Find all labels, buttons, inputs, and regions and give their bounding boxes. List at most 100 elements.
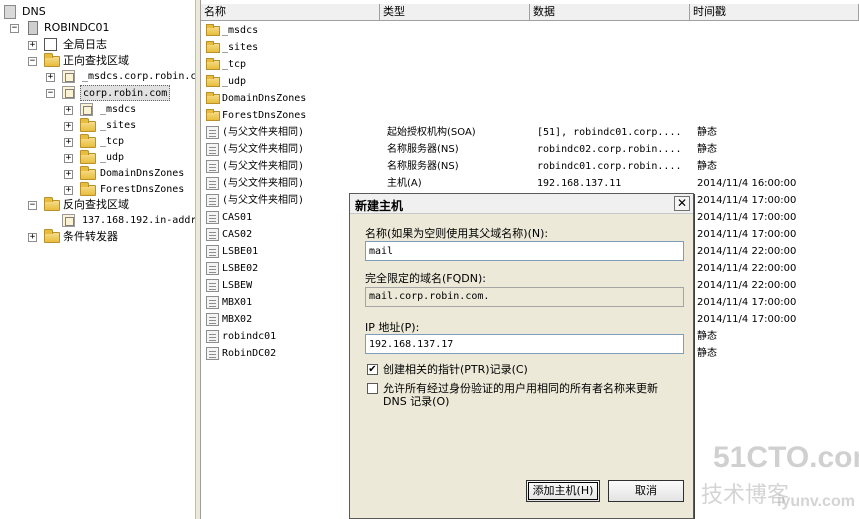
add-host-button[interactable]: 添加主机(H)	[526, 480, 600, 502]
cancel-button[interactable]: 取消	[608, 480, 684, 502]
console-tree[interactable]: DNS − ROBINDC01 + 全局日志 − 正向查找区域 + _msdcs…	[0, 0, 195, 519]
expand-icon[interactable]: +	[28, 233, 37, 242]
dialog-titlebar[interactable]: 新建主机 ✕	[350, 194, 693, 214]
cell-name: MBX02	[222, 314, 253, 325]
expand-icon[interactable]: +	[46, 73, 55, 82]
tree-item-tcp[interactable]: + _tcp	[64, 134, 195, 150]
tree-item-corp-zone[interactable]: − corp.robin.com	[46, 85, 195, 101]
cell-data: robindc01.corp.robin....	[537, 161, 682, 172]
zone-icon	[62, 70, 75, 83]
allow-update-label-2[interactable]: DNS 记录(O)	[383, 395, 449, 408]
table-row[interactable]: (与父文件夹相同) 名称服务器(NS) robindc01.corp.robin..…	[201, 158, 859, 175]
dns-server-icon	[4, 5, 16, 19]
tree-item-msdcs[interactable]: + _msdcs	[64, 102, 195, 118]
cell-name: ForestDnsZones	[222, 110, 307, 121]
cell-timestamp: 2014/11/4 17:00:00	[697, 212, 797, 223]
tree-label: ROBINDC01	[44, 21, 110, 34]
table-row[interactable]: (与父文件夹相同) 名称服务器(NS) robindc02.corp.robin..…	[201, 141, 859, 158]
tree-item-conditional-forwarders[interactable]: + 条件转发器	[28, 229, 195, 245]
cell-timestamp: 2014/11/4 17:00:00	[697, 229, 797, 240]
close-icon[interactable]: ✕	[674, 196, 690, 211]
expand-icon[interactable]: +	[64, 138, 73, 147]
tree-label: 条件转发器	[63, 230, 118, 243]
ptr-label[interactable]: 创建相关的指针(PTR)记录(C)	[383, 363, 528, 376]
record-icon	[206, 143, 219, 156]
tree-label: DomainDnsZones	[100, 168, 185, 179]
expand-icon[interactable]: +	[64, 122, 73, 131]
cell-data: robindc02.corp.robin....	[537, 144, 682, 155]
folder-icon	[44, 197, 60, 211]
tree-item-forestdnszones[interactable]: + ForestDnsZones	[64, 182, 195, 198]
tree-item-reverse-zone[interactable]: 137.168.192.in-addr	[46, 213, 195, 229]
column-header-type[interactable]: 类型	[380, 4, 530, 21]
tree-item-forward-zones[interactable]: − 正向查找区域	[28, 53, 195, 69]
tree-label: _msdcs	[100, 104, 137, 115]
folder-icon	[80, 118, 96, 132]
folder-icon	[80, 166, 96, 180]
expand-icon[interactable]: +	[28, 41, 37, 50]
table-row[interactable]: ForestDnsZones	[201, 107, 859, 124]
record-icon	[206, 194, 219, 207]
cell-name: (与父文件夹相同)	[222, 178, 305, 189]
ptr-checkbox[interactable]: ✔	[367, 364, 378, 375]
table-row[interactable]: _sites	[201, 39, 859, 56]
cell-name: (与父文件夹相同)	[222, 127, 305, 138]
folder-icon	[206, 92, 220, 104]
expand-icon[interactable]: +	[64, 154, 73, 163]
tree-item-reverse-zones[interactable]: − 反向查找区域	[28, 197, 195, 213]
column-header-timestamp[interactable]: 时间戳	[690, 4, 859, 21]
allow-update-label-1[interactable]: 允许所有经过身份验证的用户用相同的所有者名称来更新	[383, 382, 658, 395]
table-row[interactable]: _msdcs	[201, 22, 859, 39]
ip-label: IP 地址(P):	[365, 321, 420, 334]
expand-icon[interactable]: +	[64, 170, 73, 179]
expand-icon[interactable]: +	[64, 106, 73, 115]
tree-label: _udp	[100, 152, 125, 163]
table-row[interactable]: (与父文件夹相同) 起始授权机构(SOA) [51], robindc01.corp…	[201, 124, 859, 141]
expand-icon[interactable]: +	[64, 186, 73, 195]
zone-icon	[62, 214, 75, 227]
collapse-icon[interactable]: −	[28, 57, 37, 66]
tree-item-server[interactable]: − ROBINDC01	[10, 20, 195, 36]
table-row[interactable]: _udp	[201, 73, 859, 90]
zone-icon	[80, 103, 93, 116]
ip-input[interactable]	[365, 334, 684, 354]
table-row[interactable]: DomainDnsZones	[201, 90, 859, 107]
table-row[interactable]: (与父文件夹相同) 主机(A) 192.168.137.11 2014/11/4 16…	[201, 175, 859, 192]
zone-icon	[62, 86, 75, 99]
collapse-icon[interactable]: −	[28, 201, 37, 210]
tree-label: 全局日志	[63, 38, 107, 51]
folder-icon	[206, 58, 220, 70]
collapse-icon[interactable]: −	[46, 89, 55, 98]
event-log-icon	[44, 38, 57, 51]
collapse-icon[interactable]: −	[10, 24, 19, 33]
cell-name: LSBE01	[222, 246, 259, 257]
cell-name: RobinDC02	[222, 348, 277, 359]
column-header-data[interactable]: 数据	[530, 4, 690, 21]
cell-timestamp: 2014/11/4 17:00:00	[697, 195, 797, 206]
cell-name: _udp	[222, 76, 247, 87]
cell-name: robindc01	[222, 331, 277, 342]
record-icon	[206, 211, 219, 224]
fqdn-field: mail.corp.robin.com.	[365, 287, 684, 307]
cell-type: 主机(A)	[387, 178, 422, 189]
new-host-dialog[interactable]: 新建主机 ✕ 名称(如果为空则使用其父域名称)(N): 完全限定的域名(FQDN…	[349, 193, 694, 519]
folder-icon	[80, 134, 96, 148]
allow-update-checkbox[interactable]	[367, 383, 378, 394]
cell-name: (与父文件夹相同)	[222, 161, 305, 172]
cell-timestamp: 静态	[697, 331, 717, 342]
cell-name: _msdcs	[222, 25, 259, 36]
record-icon	[206, 126, 219, 139]
record-icon	[206, 160, 219, 173]
column-header-name[interactable]: 名称	[201, 4, 380, 21]
folder-icon	[44, 229, 60, 243]
tree-item-domaindnszones[interactable]: + DomainDnsZones	[64, 166, 195, 182]
cell-timestamp: 2014/11/4 22:00:00	[697, 263, 797, 274]
table-row[interactable]: _tcp	[201, 56, 859, 73]
tree-item-udp[interactable]: + _udp	[64, 150, 195, 166]
name-input[interactable]	[365, 241, 684, 261]
tree-item-sites[interactable]: + _sites	[64, 118, 195, 134]
tree-item-dns[interactable]: DNS	[4, 4, 194, 20]
tree-item-msdcs-zone[interactable]: + _msdcs.corp.robin.c	[46, 69, 195, 85]
record-icon	[206, 296, 219, 309]
tree-item-global-logs[interactable]: + 全局日志	[28, 37, 195, 53]
